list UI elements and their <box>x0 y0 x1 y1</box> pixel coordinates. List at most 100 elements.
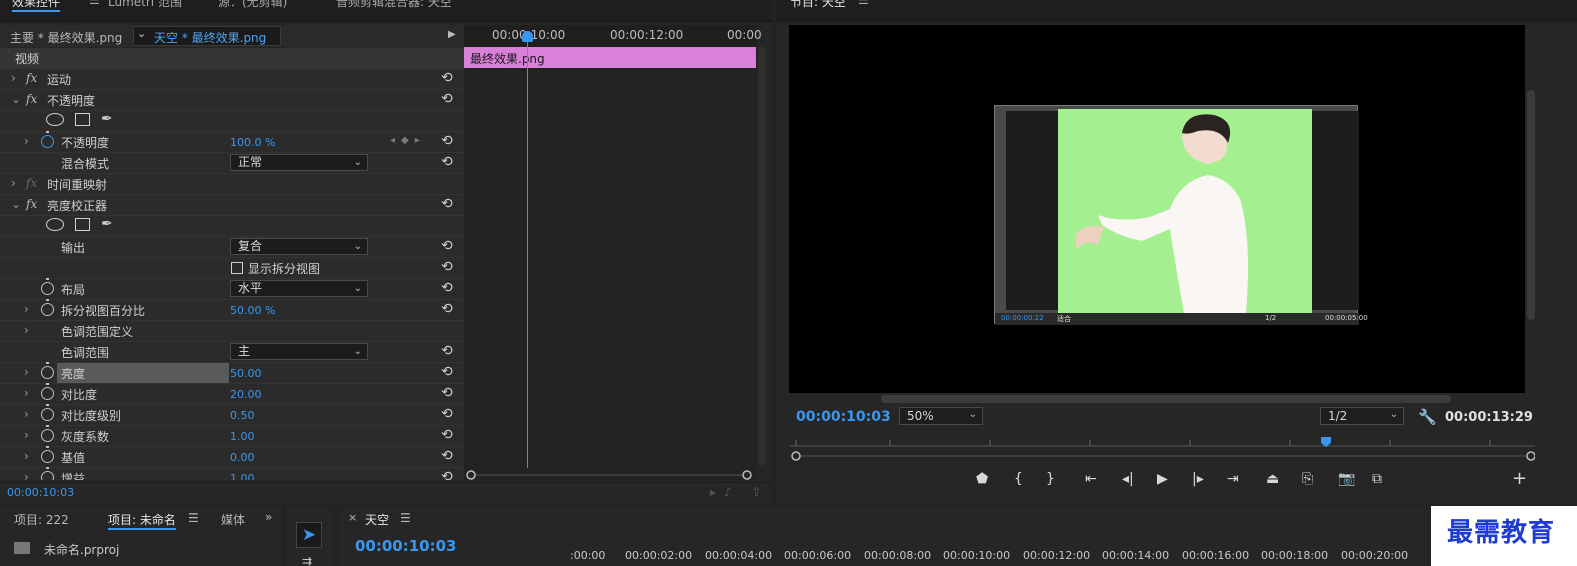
chevron-right-icon[interactable]: › <box>24 365 29 379</box>
marker-icon[interactable]: ⬟ <box>976 471 988 487</box>
reset-icon[interactable]: ⟲ <box>441 385 453 401</box>
stopwatch-icon[interactable] <box>41 383 54 400</box>
reset-icon[interactable]: ⟲ <box>441 301 453 317</box>
stopwatch-icon[interactable] <box>41 467 54 480</box>
stopwatch-icon[interactable] <box>41 425 54 442</box>
panel-menu-icon[interactable]: ☰ <box>188 511 199 525</box>
stopwatch-icon[interactable] <box>41 278 54 295</box>
stopwatch-icon[interactable] <box>41 131 54 148</box>
layout-dropdown[interactable]: 水平 ⌄ <box>230 280 368 297</box>
chevron-right-icon[interactable]: › <box>24 386 29 400</box>
go-to-out-icon[interactable]: ⇥ <box>1227 471 1239 487</box>
param-value[interactable]: 100.0 % <box>230 136 275 149</box>
step-forward-icon[interactable]: |▸ <box>1192 471 1204 487</box>
tab-source[interactable]: 源：(无剪辑) <box>218 0 287 10</box>
vertical-scrollbar[interactable] <box>1527 90 1535 320</box>
playhead-timecode[interactable]: 00:00:10:03 <box>796 409 891 425</box>
reset-icon[interactable]: ⟲ <box>441 154 453 170</box>
param-value[interactable]: 50.00 % <box>230 304 275 317</box>
reset-icon[interactable]: ⟲ <box>441 427 453 443</box>
effect-row-motion[interactable]: › fx 运动 ⟲ <box>0 69 464 90</box>
master-clip-label[interactable]: 主要 * 最终效果.png <box>10 29 122 46</box>
effect-row-time-remap[interactable]: › fx 时间重映射 <box>0 174 464 195</box>
reset-icon[interactable]: ⟲ <box>441 91 453 107</box>
timeline-ruler[interactable]: 00:00:10:00 00:00:12:00 00:00 <box>464 25 762 47</box>
pen-mask-icon[interactable]: ✒ <box>101 111 113 127</box>
play-only-clip-icon[interactable]: ▶ <box>448 29 456 40</box>
sequence-clip-selector[interactable]: 天空 * 最终效果.png <box>133 26 281 46</box>
split-view-checkbox[interactable] <box>231 262 243 274</box>
camera-icon[interactable]: 📷 <box>1338 471 1355 487</box>
reset-icon[interactable]: ⟲ <box>441 406 453 422</box>
chevron-down-icon[interactable]: ⌄ <box>11 92 21 106</box>
chevron-right-icon[interactable]: › <box>24 302 29 316</box>
horizontal-scrollbar[interactable] <box>466 470 752 480</box>
stopwatch-icon[interactable] <box>41 362 54 379</box>
reset-icon[interactable]: ⟲ <box>441 280 453 296</box>
pen-mask-icon[interactable]: ✒ <box>101 216 113 232</box>
chevron-down-icon[interactable]: ⌄ <box>11 197 21 211</box>
zoom-dropdown[interactable]: 50% ⌄ <box>899 407 983 425</box>
program-viewer[interactable]: 00:00:00:22 适合 1/2 00:00:05:00 <box>789 25 1525 393</box>
chevron-down-icon[interactable]: ⌄ <box>137 27 146 40</box>
fx-icon[interactable]: fx <box>26 176 37 190</box>
extract-icon[interactable]: ⎘ <box>1302 471 1313 487</box>
chevron-right-icon[interactable]: › <box>11 176 16 190</box>
fx-icon[interactable]: fx <box>26 92 37 106</box>
chevron-right-icon[interactable]: › <box>24 323 29 337</box>
out-point-icon[interactable]: } <box>1046 471 1055 487</box>
go-to-in-icon[interactable]: ⇤ <box>1085 471 1097 487</box>
param-value[interactable]: 1.00 <box>230 472 255 480</box>
close-icon[interactable]: × <box>348 511 357 524</box>
program-monitor-title[interactable]: 节目: 天空 <box>790 0 846 10</box>
stopwatch-icon[interactable] <box>41 299 54 316</box>
param-value[interactable]: 50.00 <box>230 367 262 380</box>
reset-icon[interactable]: ⟲ <box>441 238 453 254</box>
rectangle-mask-icon[interactable] <box>75 218 90 231</box>
ellipse-mask-icon[interactable] <box>46 218 64 231</box>
vertical-scrollbar[interactable] <box>758 46 766 466</box>
param-value[interactable]: 20.00 <box>230 388 262 401</box>
effect-row-opacity[interactable]: ⌄ fx 不透明度 ⟲ <box>0 90 464 111</box>
tab-menu-icon[interactable]: ☰ <box>89 0 100 7</box>
stopwatch-icon[interactable] <box>41 446 54 463</box>
tab-audio-clip-mixer[interactable]: 音频剪辑混合器: 天空 <box>336 0 452 10</box>
tab-effect-controls[interactable]: 效果控件 <box>12 0 61 12</box>
in-point-icon[interactable]: { <box>1014 471 1023 487</box>
reset-icon[interactable]: ⟲ <box>441 259 453 275</box>
compare-icon[interactable]: ⧉ <box>1372 471 1382 487</box>
blend-mode-dropdown[interactable]: 正常 ⌄ <box>230 154 368 171</box>
selection-tool-icon[interactable]: ➤ <box>296 522 322 548</box>
filter-export-icons[interactable]: ▸♪ ⇧ <box>710 485 770 499</box>
tab-lumetri-scopes[interactable]: Lumetri 范围 <box>108 0 182 10</box>
reset-icon[interactable]: ⟲ <box>441 469 453 480</box>
reset-icon[interactable]: ⟲ <box>441 133 453 149</box>
chevron-right-icon[interactable]: › <box>24 428 29 442</box>
fx-icon[interactable]: fx <box>26 197 37 211</box>
add-icon[interactable]: + <box>1512 468 1527 489</box>
monitor-time-ruler[interactable] <box>790 437 1535 465</box>
reset-icon[interactable]: ⟲ <box>441 343 453 359</box>
panel-menu-icon[interactable]: ☰ <box>400 511 411 525</box>
current-timecode[interactable]: 00:00:10:03 <box>7 486 74 499</box>
reset-icon[interactable]: ⟲ <box>441 364 453 380</box>
timeline-clip[interactable]: 最终效果.png <box>464 47 756 68</box>
panel-menu-icon[interactable]: ☰ <box>858 0 869 7</box>
sequence-tab[interactable]: 天空 <box>365 511 389 528</box>
tab-project-untitled[interactable]: 项目: 未命名 <box>108 511 176 530</box>
fx-icon[interactable]: fx <box>26 71 37 85</box>
tab-project-222[interactable]: 项目: 222 <box>14 511 69 528</box>
param-value[interactable]: 0.50 <box>230 409 255 422</box>
output-dropdown[interactable]: 复合 ⌄ <box>230 238 368 255</box>
chevron-right-icon[interactable]: › <box>24 134 29 148</box>
reset-icon[interactable]: ⟲ <box>441 448 453 464</box>
project-item[interactable]: 未命名.prproj <box>44 541 119 558</box>
sequence-ruler[interactable]: :00:00 00:00:02:00 00:00:04:00 00:00:06:… <box>568 549 1418 565</box>
chevron-right-icon[interactable]: › <box>11 71 16 85</box>
effect-row-luma-corrector[interactable]: ⌄ fx 亮度校正器 ⟲ <box>0 195 464 216</box>
play-icon[interactable]: ▶ <box>1157 471 1168 487</box>
wrench-icon[interactable]: 🔧 <box>1418 408 1437 426</box>
chevron-right-icon[interactable]: › <box>24 470 29 480</box>
track-select-tool-icon[interactable]: ⇉ <box>302 554 312 566</box>
tonal-range-dropdown[interactable]: 主 ⌄ <box>230 343 368 360</box>
